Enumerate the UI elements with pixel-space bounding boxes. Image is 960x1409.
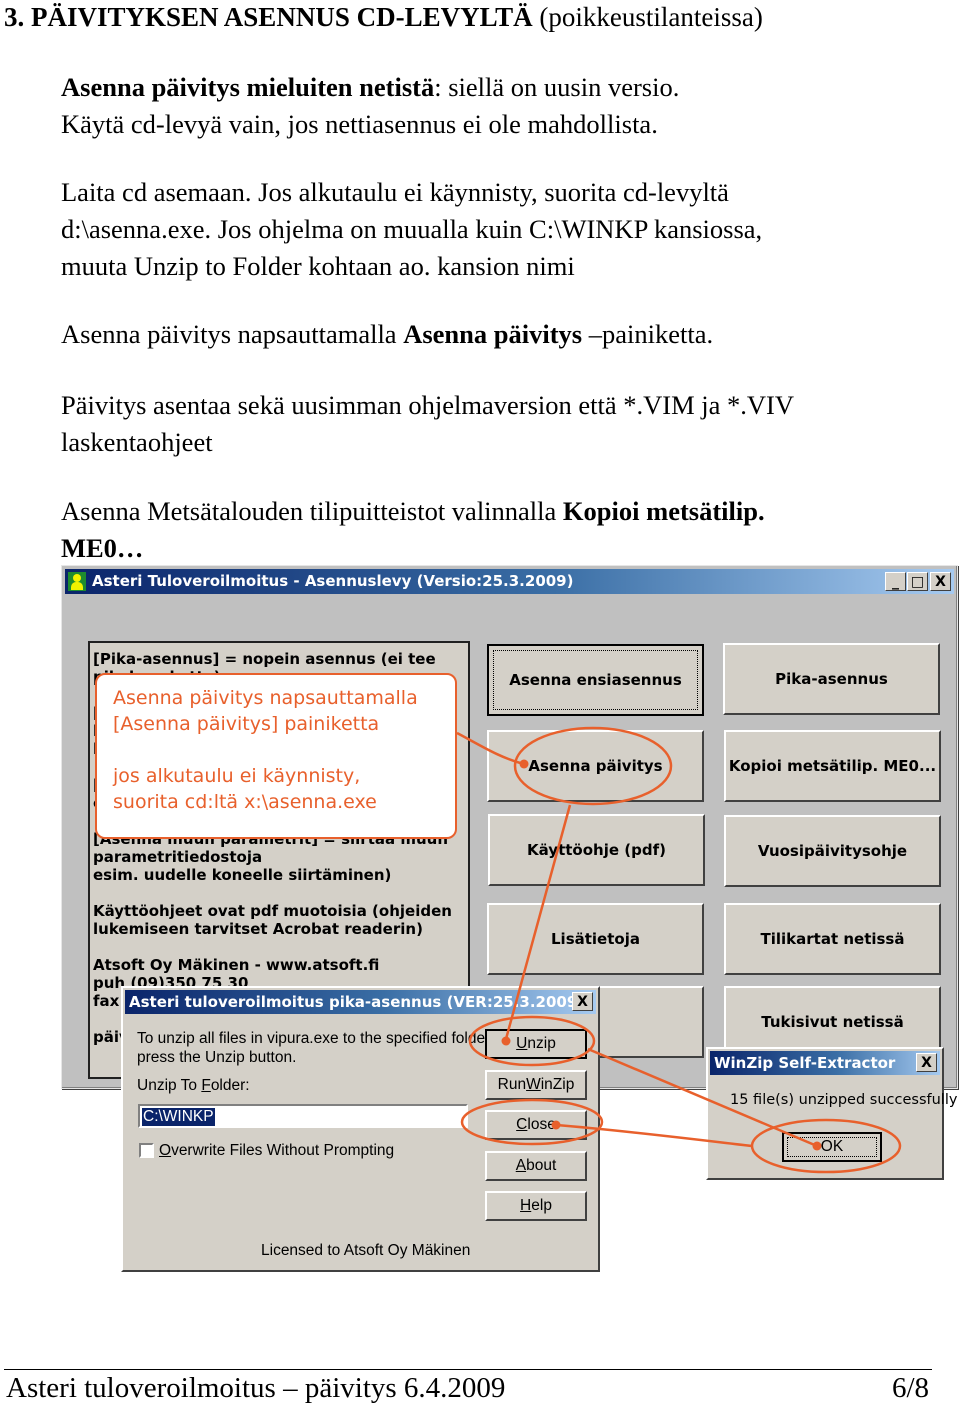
click-install-emphasis: Asenna päivitys [403, 319, 583, 349]
quick-install-title: Asteri tuloveroilmoitus pika-asennus (VE… [129, 993, 585, 1011]
click-install-suffix: –painiketta. [582, 319, 714, 349]
btn-text: elp [531, 1197, 552, 1214]
info-line: lukemiseen tarvitset Acrobat readerin) [93, 920, 423, 938]
unzip-instruction-line-1: To unzip all files in vipura.exe to the … [137, 1030, 486, 1047]
btn-text: bout [526, 1157, 557, 1174]
paragraph-prefer-web: Asenna päivitys mieluiten netistä: siell… [61, 69, 679, 143]
quick-install-close-button[interactable]: X [572, 992, 593, 1011]
overwrite-files-label[interactable]: Overwrite Files Without Prompting [159, 1141, 394, 1160]
winzip-titlebar[interactable]: WinZip Self-Extractor X [710, 1051, 940, 1075]
close-dialog-button[interactable]: Close [485, 1110, 587, 1140]
btn-text: nzip [527, 1035, 556, 1052]
paragraph-click-install: Asenna päivitys napsauttamalla Asenna pä… [61, 316, 713, 353]
winzip-title: WinZip Self-Extractor [714, 1054, 896, 1072]
cd-only-text: Käytä cd-levyä vain, jos nettiasennus ei… [61, 109, 658, 139]
accel: H [520, 1197, 532, 1214]
insert-cd-line-3: muuta Unzip to Folder kohtaan ao. kansio… [61, 251, 575, 281]
quick-install-dialog: Asteri tuloveroilmoitus pika-asennus (VE… [121, 986, 600, 1272]
label-text: verwrite Files Without Prompting [171, 1142, 395, 1159]
click-install-text: Asenna päivitys napsauttamalla [61, 319, 404, 349]
unzip-success-message: 15 file(s) unzipped successfully [730, 1092, 958, 1108]
ok-button[interactable]: OK [782, 1132, 882, 1162]
label-text: Unzip To [137, 1077, 202, 1094]
paragraph-update-contents: Päivitys asentaa sekä uusimman ohjelmave… [61, 387, 794, 461]
update-contents-line-1: Päivitys asentaa sekä uusimman ohjelmave… [61, 390, 794, 420]
section-heading-note: (poikkeustilanteissa) [532, 2, 763, 32]
paragraph-insert-cd: Laita cd asemaan. Jos alkutaulu ei käynn… [61, 174, 762, 285]
btn-text: lose [527, 1116, 556, 1133]
run-winzip-button[interactable]: Run WinZip [485, 1070, 587, 1100]
quick-install-button[interactable]: Pika-asennus [723, 643, 940, 715]
footer-divider [4, 1369, 932, 1370]
license-text: Licensed to Atsoft Oy Mäkinen [261, 1242, 471, 1259]
label-accel: O [159, 1142, 172, 1159]
accel: A [515, 1157, 527, 1174]
btn-text: Run [497, 1076, 527, 1093]
prefer-web-text: : siellä on uusin versio. [434, 72, 680, 102]
insert-cd-line-1: Laita cd asemaan. Jos alkutaulu ei käynn… [61, 177, 729, 207]
close-button[interactable]: X [930, 572, 951, 591]
label-accel: F [201, 1077, 211, 1094]
first-install-button[interactable]: Asenna ensiasennus [487, 644, 704, 716]
accel: U [516, 1035, 528, 1052]
unzip-folder-value: C:\WINKP [142, 1108, 215, 1126]
install-update-button[interactable]: Asenna päivitys [487, 730, 704, 802]
winzip-dialog: WinZip Self-Extractor X 15 file(s) unzip… [706, 1047, 957, 1180]
section-heading: 3. PÄIVITYKSEN ASENNUS CD-LEVYLTÄ (poikk… [4, 2, 763, 33]
forestry-text: Asenna Metsätalouden tilipuitteistot val… [61, 496, 563, 526]
unzip-folder-label: Unzip To Folder: [137, 1076, 250, 1095]
paragraph-forestry: Asenna Metsätalouden tilipuitteistot val… [61, 493, 765, 567]
update-contents-line-2: laskentaohjeet [61, 427, 213, 457]
more-info-button[interactable]: Lisätietoja [487, 903, 704, 975]
section-heading-main: 3. PÄIVITYKSEN ASENNUS CD-LEVYLTÄ [4, 2, 533, 32]
callout-line: suorita cd:ltä x:\asenna.exe [113, 791, 377, 813]
accel: W [526, 1076, 541, 1093]
forestry-emphasis: Kopioi metsätilip. [562, 496, 765, 526]
about-button[interactable]: About [485, 1151, 587, 1181]
info-line: esim. uudelle koneelle siirtäminen) [93, 866, 392, 884]
chart-of-accounts-online-button[interactable]: Tilikartat netissä [724, 903, 941, 975]
prefer-web-emphasis: Asenna päivitys mieluiten netistä [61, 72, 435, 102]
info-line: Atsoft Oy Mäkinen - www.atsoft.fi [93, 956, 380, 974]
annual-update-guide-button[interactable]: Vuosipäivitysohje [724, 815, 941, 887]
quick-install-titlebar[interactable]: Asteri tuloveroilmoitus pika-asennus (VE… [125, 990, 596, 1014]
unzip-instruction-line-2: press the Unzip button. [137, 1049, 297, 1066]
callout-spacer [113, 737, 439, 763]
info-line: Käyttöohjeet ovat pdf muotoisia (ohjeide… [93, 902, 452, 920]
footer-title: Asteri tuloveroilmoitus – päivitys 6.4.2… [6, 1372, 506, 1404]
installer-title: Asteri Tuloveroilmoitus - Asennuslevy (V… [92, 572, 574, 590]
maximize-button[interactable]: □ [907, 572, 928, 591]
unzip-folder-input[interactable]: C:\WINKP [138, 1104, 468, 1128]
btn-text: inZip [540, 1076, 575, 1093]
unzip-button[interactable]: Unzip [485, 1029, 587, 1059]
page-number: 6/8 [891, 1372, 929, 1404]
winzip-close-button[interactable]: X [916, 1053, 937, 1072]
minimize-button[interactable]: _ [885, 572, 906, 591]
app-person-icon [68, 572, 86, 591]
callout-line: Asenna päivitys napsauttamalla [113, 687, 418, 709]
info-line: parametritiedostoja [93, 848, 263, 866]
copy-forestry-accounts-button[interactable]: Kopioi metsätilip. ME0... [724, 730, 941, 802]
callout-line: [Asenna päivitys] painiketta [113, 713, 380, 735]
info-line: [Pika-asennus] = nopein asennus (ei tee [93, 650, 436, 668]
callout-line: jos alkutaulu ei käynnisty, [113, 765, 361, 787]
accel: C [516, 1116, 528, 1133]
user-guide-button[interactable]: Käyttöohje (pdf) [488, 814, 705, 886]
help-button[interactable]: Help [485, 1191, 587, 1221]
insert-cd-line-2: d:\asenna.exe. Jos ohjelma on muualla ku… [61, 214, 763, 244]
overwrite-files-checkbox[interactable] [139, 1143, 154, 1158]
label-text: older: [210, 1077, 250, 1094]
instruction-callout: Asenna päivitys napsauttamalla [Asenna p… [95, 673, 457, 839]
installer-titlebar[interactable]: Asteri Tuloveroilmoitus - Asennuslevy (V… [65, 569, 954, 594]
forestry-emphasis-cont: ME0… [61, 533, 144, 563]
